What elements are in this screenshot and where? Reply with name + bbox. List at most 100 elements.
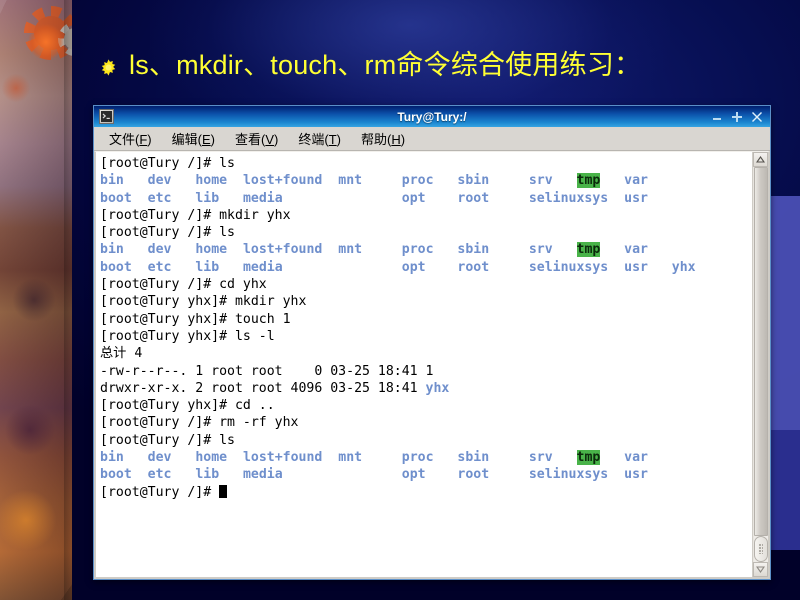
scroll-up-arrow-icon[interactable] xyxy=(753,152,768,167)
directory-name: sys xyxy=(584,259,609,275)
terminal-prompt-line: [root@Tury yhx]# ls -l xyxy=(100,328,275,344)
terminal-ls-row: boot etc lib media opt root selinuxsys u… xyxy=(100,259,752,276)
terminal-text-line: drwxr-xr-x. 2 root root 4096 03-25 18:41… xyxy=(100,380,450,396)
terminal-title-text: Tury@Tury:/ xyxy=(397,109,467,124)
directory-name: srv xyxy=(528,450,553,466)
maximize-button[interactable] xyxy=(727,108,747,125)
directory-name: selinux xyxy=(528,190,585,206)
scrollbar-track[interactable] xyxy=(753,167,768,562)
directory-name: boot xyxy=(100,259,132,275)
directory-name: bin xyxy=(100,450,124,466)
close-button[interactable] xyxy=(747,108,767,125)
terminal-titlebar[interactable]: Tury@Tury:/ xyxy=(94,106,770,127)
directory-name: opt xyxy=(401,190,426,206)
scrollbar-thumb[interactable] xyxy=(753,167,768,536)
gear-icon-small-core xyxy=(64,28,72,50)
terminal-ls-row: bin dev home lost+found mnt proc sbin sr… xyxy=(100,449,752,466)
directory-name: boot xyxy=(100,190,132,206)
terminal-window[interactable]: Tury@Tury:/ 文件(F) 编辑(E) 查看(V) 终端(T) 帮助(H) xyxy=(93,105,771,580)
terminal-ls-row: boot etc lib media opt root selinuxsys u… xyxy=(100,466,752,483)
directory-name: root xyxy=(457,467,490,483)
directory-name: home xyxy=(195,242,228,258)
directory-name: media xyxy=(242,190,283,206)
directory-name: etc xyxy=(147,190,172,206)
terminal-active-prompt[interactable]: [root@Tury /]# xyxy=(100,484,752,501)
directory-name: var xyxy=(624,242,648,258)
menu-item-3[interactable]: 查看(V) xyxy=(226,127,287,150)
directory-name: etc xyxy=(147,259,172,275)
directory-name: selinux xyxy=(528,259,585,275)
directory-name: usr xyxy=(624,259,648,275)
artwork-overlay xyxy=(0,0,72,600)
directory-name: etc xyxy=(147,467,172,483)
directory-name: root xyxy=(457,190,490,206)
directory-name: boot xyxy=(100,467,132,483)
directory-name: proc xyxy=(401,450,434,466)
terminal-scrollbar[interactable] xyxy=(752,152,768,577)
terminal-prompt-line: [root@Tury yhx]# touch 1 xyxy=(100,311,291,327)
terminal-ls-row: bin dev home lost+found mnt proc sbin sr… xyxy=(100,172,752,189)
directory-name: lost+found xyxy=(242,242,323,258)
scroll-down-arrow-icon[interactable] xyxy=(753,562,768,577)
directory-name: root xyxy=(457,259,490,275)
directory-name: sys xyxy=(584,190,609,206)
directory-name: yhx xyxy=(425,380,450,396)
terminal-output[interactable]: [root@Tury /]# ls bin dev home lost+found… xyxy=(96,152,752,577)
terminal-prompt-line: [root@Tury yhx]# cd .. xyxy=(100,398,275,414)
directory-name: mnt xyxy=(338,450,363,466)
menu-item-1[interactable]: 文件(F) xyxy=(100,127,161,150)
directory-name: var xyxy=(624,450,648,466)
terminal-icon xyxy=(99,109,114,124)
window-controls[interactable] xyxy=(707,106,770,127)
directory-name: usr xyxy=(624,190,648,206)
terminal-menubar[interactable]: 文件(F) 编辑(E) 查看(V) 终端(T) 帮助(H) xyxy=(94,127,770,151)
directory-name: var xyxy=(624,173,648,189)
terminal-ls-row: boot etc lib media opt root selinuxsys u… xyxy=(100,190,752,207)
directory-name: lost+found xyxy=(242,450,323,466)
directory-name: opt xyxy=(401,259,426,275)
terminal-prompt-line: [root@Tury /]# ls xyxy=(100,156,235,171)
sticky-directory-name: tmp xyxy=(576,242,601,258)
directory-name: yhx xyxy=(671,259,696,275)
terminal-body: [root@Tury /]# ls bin dev home lost+found… xyxy=(94,151,770,579)
directory-name: media xyxy=(242,467,283,483)
directory-name: sbin xyxy=(457,173,490,189)
sticky-directory-name: tmp xyxy=(576,450,601,466)
directory-name: bin xyxy=(100,173,124,189)
directory-name: sbin xyxy=(457,450,490,466)
menu-item-2[interactable]: 编辑(E) xyxy=(163,127,224,150)
menu-item-4[interactable]: 终端(T) xyxy=(289,127,350,150)
directory-name: home xyxy=(195,450,228,466)
directory-name: lib xyxy=(195,467,220,483)
slide-title: ls、mkdir、touch、rm命令综合使用练习： xyxy=(100,48,641,82)
directory-name: srv xyxy=(528,242,553,258)
directory-name: proc xyxy=(401,173,434,189)
directory-name: lib xyxy=(195,259,220,275)
slide-title-text: ls、mkdir、touch、rm命令综合使用练习： xyxy=(129,50,642,80)
terminal-prompt-line: [root@Tury yhx]# mkdir yhx xyxy=(100,294,307,310)
directory-name: media xyxy=(242,259,283,275)
terminal-prompt-line: [root@Tury /]# ls xyxy=(100,225,235,241)
right-decoration-slab-lower xyxy=(770,430,800,550)
terminal-text-line: 总计 4 xyxy=(100,346,143,362)
directory-name: proc xyxy=(401,242,434,258)
directory-name: usr xyxy=(624,467,648,483)
gear-icon-small xyxy=(58,22,72,56)
directory-name: opt xyxy=(401,467,426,483)
scrollbar-grip[interactable] xyxy=(753,536,768,562)
gear-icon-large-core xyxy=(34,16,68,50)
sticky-directory-name: tmp xyxy=(576,173,601,189)
directory-name: sbin xyxy=(457,242,490,258)
star-bullet-icon xyxy=(101,58,116,76)
left-artwork-band xyxy=(0,0,72,600)
directory-name: srv xyxy=(528,173,553,189)
terminal-prompt-line: [root@Tury /]# cd yhx xyxy=(100,277,267,293)
terminal-text-line: -rw-r--r--. 1 root root 0 03-25 18:41 1 xyxy=(100,363,434,379)
directory-name: lib xyxy=(195,190,220,206)
menu-item-5[interactable]: 帮助(H) xyxy=(352,127,414,150)
directory-name: bin xyxy=(100,242,124,258)
minimize-button[interactable] xyxy=(707,108,727,125)
directory-name: selinux xyxy=(528,467,585,483)
gear-icon-large xyxy=(24,6,72,60)
directory-name: home xyxy=(195,173,228,189)
